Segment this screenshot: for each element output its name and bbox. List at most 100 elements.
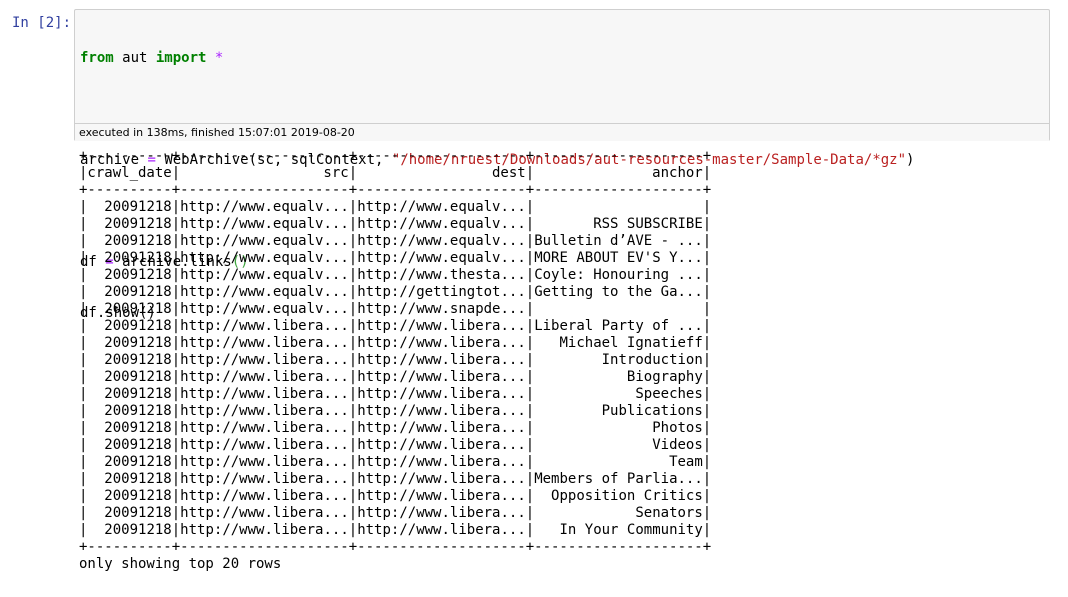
- table-cell-dest: http://www.equalv...: [357, 216, 526, 232]
- table-cell-anchor: Coyle: Honouring ...: [534, 267, 703, 283]
- table-row: | 20091218|http://www.libera...|http://w…: [79, 369, 712, 385]
- table-cell-crawl-date: 20091218: [87, 318, 172, 334]
- table-cell-anchor: Getting to the Ga...: [534, 284, 703, 300]
- table-cell-crawl-date: 20091218: [87, 403, 172, 419]
- table-row: | 20091218|http://www.libera...|http://w…: [79, 352, 712, 368]
- table-cell-dest: http://www.equalv...: [357, 199, 526, 215]
- table-cell-anchor: Liberal Party of ...: [534, 318, 703, 334]
- table-cell-crawl-date: 20091218: [87, 488, 172, 504]
- output-footer: only showing top 20 rows: [79, 556, 282, 572]
- table-cell-crawl-date: 20091218: [87, 199, 172, 215]
- table-cell-anchor: Photos: [534, 420, 703, 436]
- table-cell-src: http://www.libera...: [180, 352, 349, 368]
- table-row: | 20091218|http://www.equalv...|http://w…: [79, 216, 712, 232]
- table-cell-anchor: Introduction: [534, 352, 703, 368]
- table-cell-dest: http://www.libera...: [357, 403, 526, 419]
- table-cell-anchor: MORE ABOUT EV'S Y...: [534, 250, 703, 266]
- table-row: | 20091218|http://www.libera...|http://w…: [79, 386, 712, 402]
- table-cell-crawl-date: 20091218: [87, 352, 172, 368]
- keyword-import: import: [155, 50, 207, 66]
- table-row: | 20091218|http://www.libera...|http://w…: [79, 403, 712, 419]
- table-cell-anchor: Publications: [534, 403, 703, 419]
- table-border-mid: +----------+--------------------+-------…: [79, 182, 712, 198]
- table-cell-anchor: Team: [534, 454, 703, 470]
- table-cell-crawl-date: 20091218: [87, 216, 172, 232]
- table-cell-dest: http://www.libera...: [357, 335, 526, 351]
- table-row: | 20091218|http://www.equalv...|http://w…: [79, 233, 712, 249]
- table-cell-src: http://www.libera...: [180, 454, 349, 470]
- table-cell-dest: http://www.libera...: [357, 488, 526, 504]
- code-line-1: from aut import *: [80, 50, 914, 67]
- table-cell-dest: http://www.libera...: [357, 522, 526, 538]
- table-cell-crawl-date: 20091218: [87, 301, 172, 317]
- table-cell-src: http://www.equalv...: [180, 267, 349, 283]
- table-row: | 20091218|http://www.equalv...|http://w…: [79, 267, 712, 283]
- table-row: | 20091218|http://www.equalv...|http://w…: [79, 250, 712, 266]
- table-cell-crawl-date: 20091218: [87, 454, 172, 470]
- table-row: | 20091218|http://www.libera...|http://w…: [79, 437, 712, 453]
- table-cell-crawl-date: 20091218: [87, 420, 172, 436]
- table-cell-crawl-date: 20091218: [87, 267, 172, 283]
- table-cell-dest: http://www.libera...: [357, 437, 526, 453]
- table-cell-dest: http://www.equalv...: [357, 250, 526, 266]
- table-row: | 20091218|http://www.equalv...|http://g…: [79, 284, 712, 300]
- table-border-top: +----------+--------------------+-------…: [79, 148, 712, 164]
- table-cell-src: http://www.equalv...: [180, 284, 349, 300]
- execution-time-bar: executed in 138ms, finished 15:07:01 201…: [75, 123, 1049, 141]
- table-cell-dest: http://www.libera...: [357, 318, 526, 334]
- table-cell-anchor: Senators: [534, 505, 703, 521]
- table-row: | 20091218|http://www.libera...|http://w…: [79, 488, 712, 504]
- table-cell-crawl-date: 20091218: [87, 233, 172, 249]
- table-cell-src: http://www.equalv...: [180, 199, 349, 215]
- table-cell-dest: http://www.equalv...: [357, 233, 526, 249]
- table-cell-anchor: RSS SUBSCRIBE: [534, 216, 703, 232]
- table-row: | 20091218|http://www.libera...|http://w…: [79, 471, 712, 487]
- table-cell-anchor: Biography: [534, 369, 703, 385]
- table-cell-dest: http://www.libera...: [357, 471, 526, 487]
- table-cell-anchor: In Your Community: [534, 522, 703, 538]
- table-cell-src: http://www.libera...: [180, 335, 349, 351]
- table-cell-crawl-date: 20091218: [87, 335, 172, 351]
- table-row: | 20091218|http://www.libera...|http://w…: [79, 318, 712, 334]
- table-cell-src: http://www.equalv...: [180, 233, 349, 249]
- table-cell-src: http://www.libera...: [180, 522, 349, 538]
- table-cell-dest: http://www.libera...: [357, 369, 526, 385]
- table-border-bottom: +----------+--------------------+-------…: [79, 539, 712, 555]
- table-cell-dest: http://www.libera...: [357, 505, 526, 521]
- table-cell-src: http://www.libera...: [180, 403, 349, 419]
- table-cell-anchor: Videos: [534, 437, 703, 453]
- table-cell-anchor: Members of Parlia...: [534, 471, 703, 487]
- table-cell-anchor: Opposition Critics: [534, 488, 703, 504]
- table-row: | 20091218|http://www.libera...|http://w…: [79, 454, 712, 470]
- cell-prompt: In [2]:: [12, 15, 72, 31]
- table-cell-src: http://www.libera...: [180, 318, 349, 334]
- code-cell[interactable]: from aut import * archive = WebArchive(s…: [74, 9, 1050, 321]
- table-cell-dest: http://www.libera...: [357, 386, 526, 402]
- close-paren: ): [906, 152, 915, 168]
- import-star: *: [214, 50, 224, 66]
- table-cell-dest: http://www.snapde...: [357, 301, 526, 317]
- table-cell-crawl-date: 20091218: [87, 471, 172, 487]
- table-cell-anchor: Michael Ignatieff: [534, 335, 703, 351]
- table-cell-dest: http://www.libera...: [357, 454, 526, 470]
- table-cell-src: http://www.libera...: [180, 437, 349, 453]
- table-cell-dest: http://www.libera...: [357, 352, 526, 368]
- table-cell-src: http://www.equalv...: [180, 216, 349, 232]
- table-cell-dest: http://www.libera...: [357, 420, 526, 436]
- cell-output: +----------+--------------------+-------…: [79, 148, 711, 556]
- table-cell-crawl-date: 20091218: [87, 386, 172, 402]
- keyword-from: from: [80, 50, 114, 66]
- table-cell-src: http://www.libera...: [180, 369, 349, 385]
- table-cell-dest: http://www.thesta...: [357, 267, 526, 283]
- table-cell-src: http://www.equalv...: [180, 301, 349, 317]
- table-cell-crawl-date: 20091218: [87, 522, 172, 538]
- table-cell-crawl-date: 20091218: [87, 505, 172, 521]
- table-cell-src: http://www.libera...: [180, 471, 349, 487]
- table-row: | 20091218|http://www.libera...|http://w…: [79, 335, 712, 351]
- table-cell-anchor: Speeches: [534, 386, 703, 402]
- table-cell-src: http://www.libera...: [180, 505, 349, 521]
- table-cell-src: http://www.equalv...: [180, 250, 349, 266]
- table-header: |crawl_date| src| dest| anchor|: [79, 165, 712, 181]
